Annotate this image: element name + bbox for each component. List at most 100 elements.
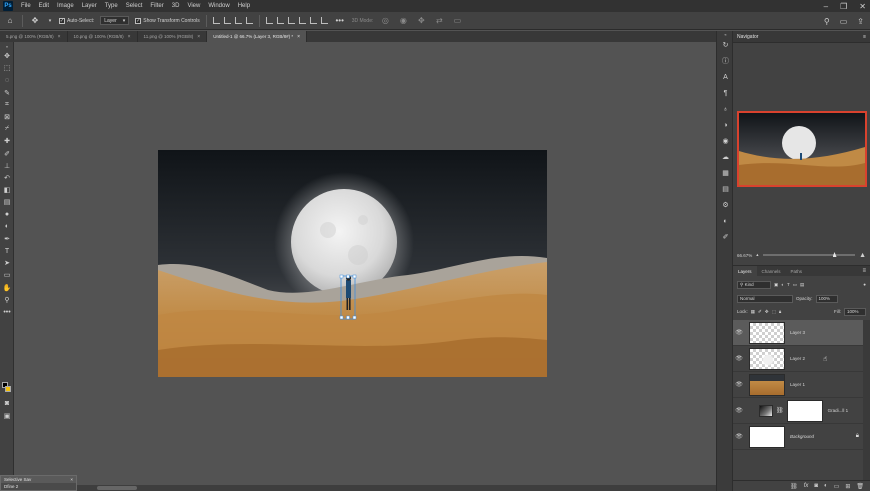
menu-3d[interactable]: 3D	[168, 3, 184, 9]
navigator-title[interactable]: Navigator	[737, 34, 758, 40]
filter-adjustment-icon[interactable]: ◐	[781, 282, 784, 287]
move-tool-icon[interactable]: ✥	[0, 50, 14, 62]
menu-layer[interactable]: Layer	[78, 3, 101, 9]
filter-smart-icon[interactable]: ▤	[800, 282, 804, 288]
lock-transparency-icon[interactable]: ▦	[751, 309, 755, 315]
maximize-icon[interactable]: ❐	[840, 2, 847, 11]
more-options-icon[interactable]: •••	[334, 15, 346, 27]
filter-kind-dropdown[interactable]: ⚲ Kind	[737, 280, 771, 289]
minimize-icon[interactable]: –	[824, 2, 828, 11]
character-icon[interactable]: A	[717, 69, 734, 85]
close-icon[interactable]: ×	[128, 34, 131, 40]
visibility-eye-icon[interactable]: 👁︎	[733, 433, 745, 440]
menu-filter[interactable]: Filter	[146, 3, 167, 9]
adjustment-layer-icon[interactable]: ◐	[824, 483, 828, 489]
info-icon[interactable]: ⓘ	[717, 53, 734, 69]
3d-scale-icon[interactable]: ▭	[451, 15, 463, 27]
menu-window[interactable]: Window	[204, 3, 233, 9]
styles-icon[interactable]: ⚙	[717, 197, 734, 213]
distribute-left-icon[interactable]	[320, 17, 328, 24]
screen-mode-icon[interactable]: ▣	[0, 410, 14, 422]
document-canvas[interactable]	[158, 150, 547, 377]
tab-10-png[interactable]: 10.png @ 100% (RGB/8) ×	[68, 31, 138, 42]
distribute-bottom-icon[interactable]	[309, 17, 317, 24]
hand-tool-icon[interactable]: ✋	[0, 282, 14, 294]
close-icon[interactable]: ✕	[859, 2, 866, 11]
fx-icon[interactable]: fx	[804, 483, 809, 489]
visibility-eye-icon[interactable]: 👁︎	[733, 355, 745, 362]
show-transform-checkbox[interactable]: ✓ Show Transform Controls	[135, 17, 200, 24]
link-layers-icon[interactable]: ⛓	[790, 483, 798, 490]
pen-tool-icon[interactable]: ✒	[0, 233, 14, 245]
type-tool-icon[interactable]: T	[0, 245, 14, 257]
chevron-down-icon[interactable]: ▾	[47, 15, 53, 27]
menu-help[interactable]: Help	[234, 3, 254, 9]
align-vcenter-icon[interactable]	[223, 17, 231, 24]
zoom-slider[interactable]	[762, 252, 856, 257]
scrollbar-thumb[interactable]	[97, 486, 137, 490]
menu-edit[interactable]: Edit	[35, 3, 53, 9]
frame-tool-icon[interactable]: ⊠	[0, 111, 14, 123]
tab-layers[interactable]: Layers	[733, 265, 757, 277]
menu-view[interactable]: View	[183, 3, 204, 9]
3d-rotate-icon[interactable]: ◎	[379, 15, 391, 27]
color-icon[interactable]: ◐	[717, 213, 734, 229]
zoom-out-icon[interactable]: ▴	[756, 252, 758, 258]
swatches-icon[interactable]: ▦	[717, 165, 734, 181]
history-icon[interactable]: ↻	[717, 37, 734, 53]
3d-pan-icon[interactable]: ✥	[415, 15, 427, 27]
floating-panel-item[interactable]: Dfine 2	[1, 483, 76, 489]
blend-mode-dropdown[interactable]: Normal	[737, 294, 793, 303]
toolbar-collapse-icon[interactable]: »	[0, 42, 14, 50]
properties-icon[interactable]: ▤	[717, 181, 734, 197]
tab-untitled-1[interactable]: Untitled-1 @ 66.7% (Layer 3, RGB/8#) * ×	[207, 31, 307, 42]
align-left-icon[interactable]	[245, 17, 253, 24]
paragraph-icon[interactable]: ¶	[717, 85, 734, 101]
layer-comps-icon[interactable]: ◉	[717, 133, 734, 149]
lock-all-icon[interactable]: 🔒︎	[779, 309, 781, 314]
layer-row-layer-2[interactable]: 👁︎ Layer 2 ☝︎	[733, 346, 863, 372]
filter-type-icon[interactable]: T	[787, 282, 790, 287]
align-hcenter-icon[interactable]	[265, 17, 273, 24]
zoom-value[interactable]: 66.67%	[737, 253, 752, 258]
menu-file[interactable]: File	[17, 3, 35, 9]
gradient-tool-icon[interactable]: ▤	[0, 196, 14, 208]
close-icon[interactable]: ×	[197, 34, 200, 40]
layers-scrollbar[interactable]	[863, 320, 870, 480]
close-icon[interactable]: ×	[297, 34, 300, 40]
close-icon[interactable]: ×	[58, 34, 61, 40]
tab-5-png[interactable]: 5.png @ 100% (RGB/8) ×	[0, 31, 68, 42]
align-right-icon[interactable]	[276, 17, 284, 24]
eyedropper-tool-icon[interactable]: ⌿	[0, 123, 14, 135]
filter-pixel-icon[interactable]: ▣	[774, 282, 778, 288]
adjustments-icon[interactable]: ◑	[717, 117, 734, 133]
align-bottom-icon[interactable]	[234, 17, 242, 24]
3d-roll-icon[interactable]: ◉	[397, 15, 409, 27]
layer-row-gradient-fill[interactable]: 👁︎ ⛓ Gradi...ll 1	[733, 398, 863, 424]
lock-pixels-icon[interactable]: ✐	[758, 309, 762, 315]
blur-tool-icon[interactable]: ●	[0, 208, 14, 220]
zoom-slider-knob[interactable]	[832, 252, 837, 257]
auto-select-checkbox[interactable]: ✓ Auto-Select:	[59, 17, 94, 24]
tab-11-png[interactable]: 11.png @ 100% (RGB/8) ×	[138, 31, 208, 42]
filter-shape-icon[interactable]: ▭	[793, 282, 797, 288]
distribute-top-icon[interactable]	[287, 17, 295, 24]
layer-row-layer-3[interactable]: 👁︎ Layer 3	[733, 320, 863, 346]
quick-select-tool-icon[interactable]: ✎	[0, 87, 14, 99]
more-tools-icon[interactable]: •••	[0, 306, 14, 318]
visibility-eye-icon[interactable]: 👁︎	[733, 329, 745, 336]
floating-panel-title-bar[interactable]: Selective Sav ×	[1, 476, 76, 483]
lasso-tool-icon[interactable]: ◌	[0, 74, 14, 86]
menu-select[interactable]: Select	[122, 3, 147, 9]
home-icon[interactable]: ⌂	[4, 15, 16, 27]
workspace-icon[interactable]: ▭	[840, 17, 848, 26]
new-group-icon[interactable]: ▭	[834, 483, 840, 490]
visibility-eye-icon[interactable]: 👁︎	[733, 407, 745, 414]
distribute-vcenter-icon[interactable]	[298, 17, 306, 24]
brush-tool-icon[interactable]: ✐	[0, 148, 14, 160]
move-tool-icon[interactable]: ✥	[29, 15, 41, 27]
close-icon[interactable]: ×	[70, 477, 73, 482]
panel-menu-icon[interactable]: ≡	[863, 34, 866, 40]
dodge-tool-icon[interactable]: ◐	[0, 221, 14, 233]
menu-type[interactable]: Type	[101, 3, 122, 9]
